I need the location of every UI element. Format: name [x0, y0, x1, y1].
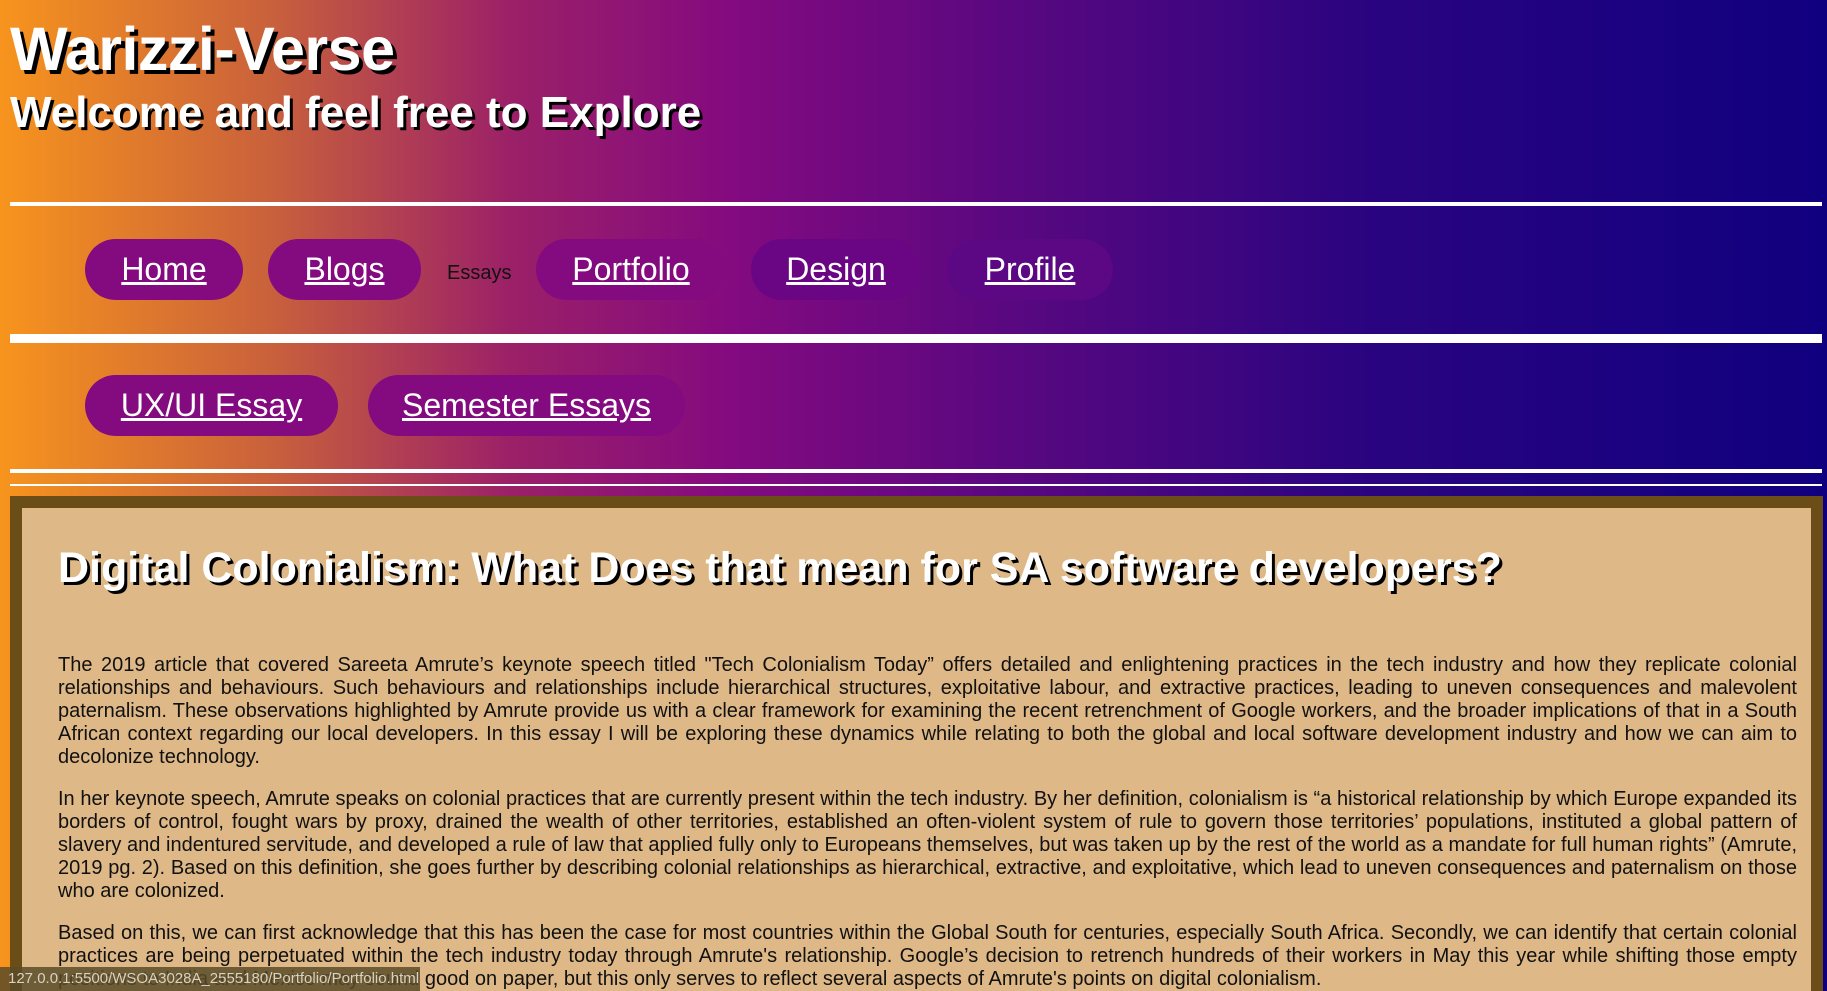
nav-essays-current[interactable]: Essays [447, 262, 511, 285]
site-title: Warizzi-Verse [10, 15, 395, 83]
browser-status-url: 127.0.0.1:5500/WSOA3028A_2555180/Portfol… [0, 967, 420, 991]
article-body: The 2019 article that covered Sareeta Am… [58, 654, 1797, 991]
article-paragraph: The 2019 article that covered Sareeta Am… [58, 654, 1797, 768]
divider-nav [10, 334, 1822, 343]
site-tagline: Welcome and feel free to Explore [10, 88, 702, 137]
subnav-semester-essays-link[interactable]: Semester Essays [368, 375, 685, 436]
article-title: Digital Colonialism: What Does that mean… [58, 544, 1502, 592]
divider-subnav [10, 469, 1822, 473]
nav-design-link[interactable]: Design [751, 239, 921, 300]
divider-thin [10, 484, 1822, 486]
article-paragraph: In her keynote speech, Amrute speaks on … [58, 788, 1797, 902]
nav-home-link[interactable]: Home [85, 239, 243, 300]
nav-profile-link[interactable]: Profile [947, 239, 1113, 300]
nav-portfolio-link[interactable]: Portfolio [536, 239, 726, 300]
essay-article: Digital Colonialism: What Does that mean… [10, 496, 1823, 991]
divider-top [10, 202, 1822, 206]
nav-blogs-link[interactable]: Blogs [268, 239, 421, 300]
subnav-ux-essay-link[interactable]: UX/UI Essay [85, 375, 338, 436]
